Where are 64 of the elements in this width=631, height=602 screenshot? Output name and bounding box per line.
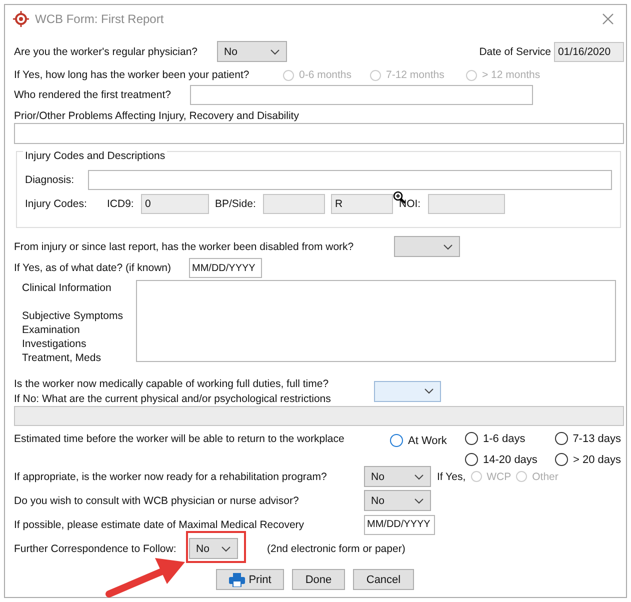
code-field[interactable]: 0 bbox=[141, 194, 209, 214]
input-field[interactable] bbox=[14, 123, 624, 144]
radio-button[interactable]: At Work bbox=[390, 433, 465, 448]
close-icon[interactable] bbox=[602, 13, 614, 25]
dialog-button[interactable]: Cancel bbox=[353, 569, 414, 590]
date-field[interactable]: 01/16/2020 bbox=[554, 42, 624, 62]
field-label: If Yes, bbox=[437, 470, 466, 482]
dialog-button[interactable]: Done bbox=[292, 569, 345, 590]
date-field[interactable]: MM/DD/YYYY bbox=[364, 514, 435, 534]
field-label: If appropriate, is the worker now ready for a rehabilitation program? bbox=[14, 470, 328, 482]
field-label: Date of Service bbox=[479, 46, 551, 58]
field-label: Prior/Other Problems Affecting Injury, Recovery and Disability bbox=[14, 110, 299, 122]
window-title: WCB Form: First Report bbox=[35, 12, 165, 26]
caret-icon bbox=[424, 388, 434, 394]
side-field[interactable]: R bbox=[331, 194, 393, 214]
field-label: Investigations bbox=[22, 338, 88, 350]
code-field[interactable] bbox=[263, 194, 325, 214]
field-label: Is the worker now medically capable of working full duties, full time? bbox=[14, 378, 330, 390]
dropdown[interactable]: No bbox=[189, 538, 238, 559]
dropdown[interactable]: No bbox=[364, 490, 431, 511]
field-label: NOI: bbox=[399, 198, 422, 210]
radio-button[interactable]: 14-20 days bbox=[465, 452, 555, 467]
dialog-button[interactable]: Print bbox=[216, 569, 284, 590]
crosshair-icon bbox=[13, 11, 29, 27]
dropdown[interactable]: No bbox=[364, 466, 431, 487]
caret-icon bbox=[414, 474, 424, 480]
field-label: If No: What are the current physical and/or psychological restrictions bbox=[14, 392, 332, 404]
field-label: BP/Side: bbox=[215, 198, 257, 210]
field-label: Do you wish to consult with WCB physician or nurse advisor? bbox=[14, 494, 300, 506]
field-label: Treatment, Meds bbox=[22, 352, 102, 364]
radio-button[interactable]: 1-6 days bbox=[465, 431, 555, 446]
section-label: Clinical Information bbox=[22, 282, 112, 294]
radio-button[interactable]: > 20 days bbox=[555, 452, 621, 467]
field-label: If possible, please estimate date of Maximal Medical Recovery bbox=[14, 518, 306, 530]
text-area[interactable] bbox=[136, 280, 616, 362]
field-label: Diagnosis: bbox=[25, 174, 76, 186]
field-note: (2nd electronic form or paper) bbox=[267, 542, 406, 554]
field-label: If Yes, how long has the worker been your patient? bbox=[14, 69, 250, 81]
dropdown[interactable] bbox=[374, 380, 441, 402]
field-label: Are you the worker's regular physician? bbox=[14, 46, 199, 58]
caret-icon bbox=[443, 244, 453, 250]
highlight-frame bbox=[186, 531, 246, 563]
caret-icon bbox=[414, 498, 424, 504]
field-label: If Yes, as of what date? (if known) bbox=[14, 262, 172, 274]
radio-button[interactable]: 7-13 days bbox=[555, 431, 621, 446]
dropdown[interactable]: No bbox=[217, 41, 287, 62]
input-field[interactable] bbox=[14, 406, 624, 426]
field-label: Further Correspondence to Follow: bbox=[14, 542, 178, 554]
input-field[interactable] bbox=[88, 170, 612, 190]
field-label: Subjective Symptoms bbox=[22, 310, 124, 322]
field-label: Injury Codes: bbox=[25, 198, 88, 210]
caret-icon bbox=[270, 48, 280, 54]
code-field[interactable] bbox=[428, 194, 505, 214]
dropdown[interactable] bbox=[394, 236, 460, 257]
field-label: Examination bbox=[22, 324, 81, 336]
field-label: From injury or since last report, has the worker been disabled from work? bbox=[14, 240, 355, 252]
input-field[interactable] bbox=[190, 85, 533, 105]
field-label: ICD9: bbox=[107, 198, 135, 210]
caret-icon bbox=[221, 546, 231, 552]
printer-icon bbox=[228, 572, 245, 586]
field-label: Who rendered the first treatment? bbox=[14, 89, 172, 101]
group-title: Injury Codes and Descriptions bbox=[23, 150, 168, 162]
date-field[interactable]: MM/DD/YYYY bbox=[189, 258, 262, 278]
field-label: Estimated time before the worker will be able to return to the workplace bbox=[14, 433, 346, 445]
